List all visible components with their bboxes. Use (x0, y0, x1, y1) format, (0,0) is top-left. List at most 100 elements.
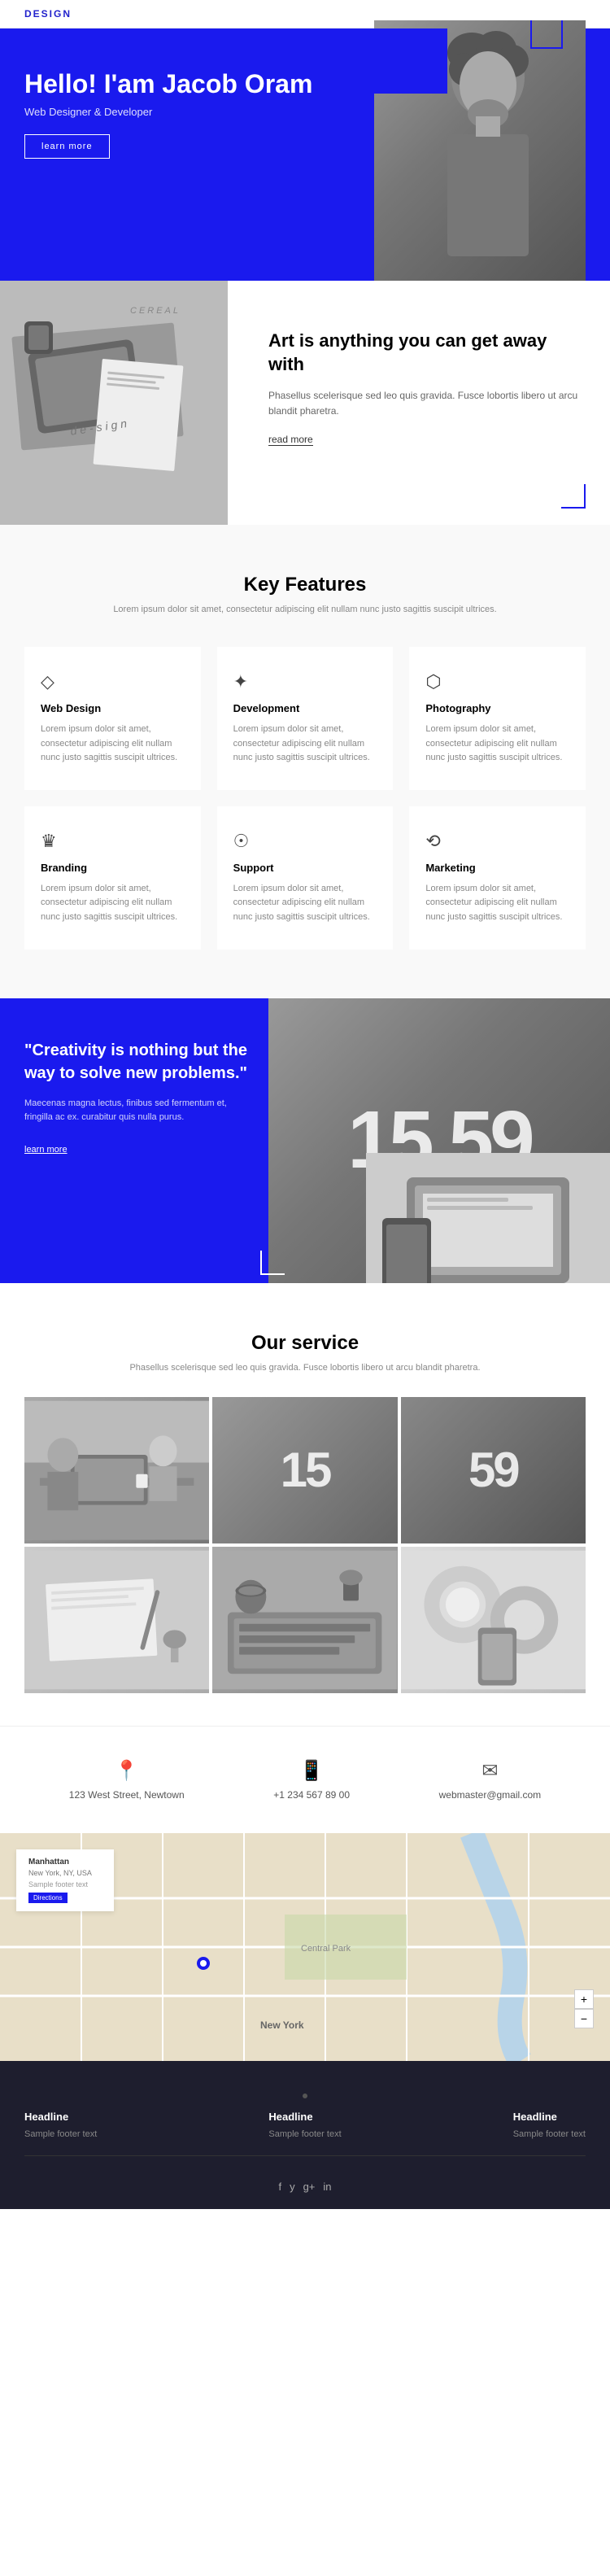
brand-name: DESIGN (24, 8, 72, 20)
hero-content: Hello! I'am Jacob Oram Web Designer & De… (24, 69, 312, 159)
footer-col-1-text: Sample footer text (24, 2129, 97, 2139)
feature-card-photography: ⬡ Photography Lorem ipsum dolor sit amet… (409, 647, 586, 790)
contact-phone-item: 📱 +1 234 567 89 00 (273, 1759, 350, 1801)
social-twitter-icon[interactable]: y (290, 2181, 295, 2193)
webdesign-icon: ◇ (41, 671, 185, 692)
hero-subtitle: Web Designer & Developer (24, 106, 312, 118)
service-img-phone (401, 1547, 586, 1693)
service-img-desk (24, 1547, 209, 1693)
branding-icon: ♛ (41, 831, 185, 852)
service-img-people (24, 1397, 209, 1543)
art-read-more-link[interactable]: read more (268, 434, 313, 446)
feature-desc-0: Lorem ipsum dolor sit amet, consectetur … (41, 723, 185, 766)
feature-desc-3: Lorem ipsum dolor sit amet, consectetur … (41, 882, 185, 925)
service-image-1 (24, 1397, 209, 1543)
footer-col-3: Headline Sample footer text (513, 2111, 586, 2139)
service-image-5 (212, 1547, 397, 1693)
feature-card-branding: ♛ Branding Lorem ipsum dolor sit amet, c… (24, 806, 201, 950)
footer-col-2-text: Sample footer text (268, 2129, 341, 2139)
svg-text:CEREAL: CEREAL (130, 306, 181, 316)
service-section: Our service Phasellus scelerisque sed le… (0, 1283, 610, 1726)
map-zoom-controls: + − (574, 1989, 594, 2028)
feature-desc-4: Lorem ipsum dolor sit amet, consectetur … (233, 882, 377, 925)
art-image-overlay: de-sign CEREAL (0, 281, 228, 525)
quote-section: "Creativity is nothing but the way to so… (0, 998, 610, 1283)
contact-phone: +1 234 567 89 00 (273, 1789, 350, 1801)
hero-title: Hello! I'am Jacob Oram (24, 69, 312, 99)
map-card-title: Manhattan (28, 1858, 102, 1867)
contact-email: webmaster@gmail.com (439, 1789, 542, 1801)
map-zoom-in-button[interactable]: + (574, 1989, 594, 2009)
art-section: de-sign CEREAL Art is anything you can g… (0, 281, 610, 525)
service-title: Our service (24, 1332, 586, 1355)
phone-icon: 📱 (299, 1759, 324, 1783)
contact-address-item: 📍 123 West Street, Newtown (69, 1759, 185, 1801)
quote-text: "Creativity is nothing but the way to so… (24, 1039, 252, 1085)
art-title: Art is anything you can get away with (268, 330, 586, 376)
development-icon: ✦ (233, 671, 377, 692)
service-image-2: 15 (212, 1397, 397, 1543)
social-linkedin-icon[interactable]: in (323, 2181, 331, 2193)
feature-name-4: Support (233, 862, 377, 874)
art-description: Phasellus scelerisque sed leo quis gravi… (268, 388, 586, 419)
features-subtitle: Lorem ipsum dolor sit amet, consectetur … (24, 605, 586, 614)
feature-desc-1: Lorem ipsum dolor sit amet, consectetur … (233, 723, 377, 766)
map-card-subtitle: New York, NY, USA (28, 1869, 102, 1877)
footer-col-1-title: Headline (24, 2111, 97, 2123)
footer-col-3-text: Sample footer text (513, 2129, 586, 2139)
footer-col-2-title: Headline (268, 2111, 341, 2123)
map-background: Central Park New York Manhattan New York… (0, 1833, 610, 2061)
hero-corner-decoration (530, 20, 563, 49)
service-subtitle: Phasellus scelerisque sed leo quis gravi… (24, 1363, 586, 1373)
quote-learn-more-button[interactable]: learn more (24, 1145, 68, 1155)
service-image-6 (401, 1547, 586, 1693)
service-img-laptop2 (212, 1547, 397, 1693)
feature-name-5: Marketing (425, 862, 569, 874)
map-directions-button[interactable]: Directions (28, 1893, 68, 1903)
social-links: f y g+ in (24, 2181, 586, 2193)
art-collage: de-sign CEREAL (0, 281, 228, 525)
photography-icon: ⬡ (425, 671, 569, 692)
feature-name-1: Development (233, 702, 377, 714)
marketing-icon: ⟲ (425, 831, 569, 852)
quote-image-bottom (366, 1153, 610, 1283)
features-grid: ◇ Web Design Lorem ipsum dolor sit amet,… (24, 647, 586, 950)
map-info-card: Manhattan New York, NY, USA Sample foote… (16, 1849, 114, 1911)
map-zoom-out-button[interactable]: − (574, 2009, 594, 2028)
quote-content: "Creativity is nothing but the way to so… (0, 998, 277, 1283)
feature-card-support: ☉ Support Lorem ipsum dolor sit amet, co… (217, 806, 394, 950)
location-icon: 📍 (115, 1759, 139, 1783)
service-number-1: 15 (281, 1442, 330, 1498)
social-google-icon[interactable]: g+ (303, 2181, 316, 2193)
quote-description: Maecenas magna lectus, finibus sed ferme… (24, 1097, 252, 1125)
footer-col-1: Headline Sample footer text (24, 2111, 97, 2139)
social-facebook-icon[interactable]: f (278, 2181, 281, 2193)
art-image: de-sign CEREAL (0, 281, 228, 525)
footer-dot-decoration (303, 2094, 307, 2098)
hero-blue-accent (366, 28, 447, 94)
feature-card-webdesign: ◇ Web Design Lorem ipsum dolor sit amet,… (24, 647, 201, 790)
hero-learn-more-button[interactable]: learn more (24, 134, 110, 159)
quote-laptop-image (366, 1153, 610, 1283)
svg-text:New York: New York (260, 2019, 304, 2031)
map-card-detail: Sample footer text (28, 1880, 102, 1888)
feature-desc-5: Lorem ipsum dolor sit amet, consectetur … (425, 882, 569, 925)
quote-corner-decoration (260, 1251, 285, 1275)
email-icon: ✉ (481, 1759, 498, 1783)
feature-name-2: Photography (425, 702, 569, 714)
corner-decoration (561, 484, 586, 509)
svg-text:Central Park: Central Park (301, 1944, 351, 1954)
feature-desc-2: Lorem ipsum dolor sit amet, consectetur … (425, 723, 569, 766)
contact-email-item: ✉ webmaster@gmail.com (439, 1759, 542, 1801)
footer: Headline Sample footer text Headline Sam… (0, 2061, 610, 2209)
contact-section: 📍 123 West Street, Newtown 📱 +1 234 567 … (0, 1726, 610, 1833)
feature-name-0: Web Design (41, 702, 185, 714)
service-image-3: 59 (401, 1397, 586, 1543)
footer-columns: Headline Sample footer text Headline Sam… (24, 2111, 586, 2156)
feature-card-development: ✦ Development Lorem ipsum dolor sit amet… (217, 647, 394, 790)
art-content: Art is anything you can get away with Ph… (228, 281, 610, 525)
footer-col-2: Headline Sample footer text (268, 2111, 341, 2139)
hero-section: Hello! I'am Jacob Oram Web Designer & De… (0, 28, 610, 281)
features-title: Key Features (24, 574, 586, 596)
service-grid: 15 59 (24, 1397, 586, 1693)
